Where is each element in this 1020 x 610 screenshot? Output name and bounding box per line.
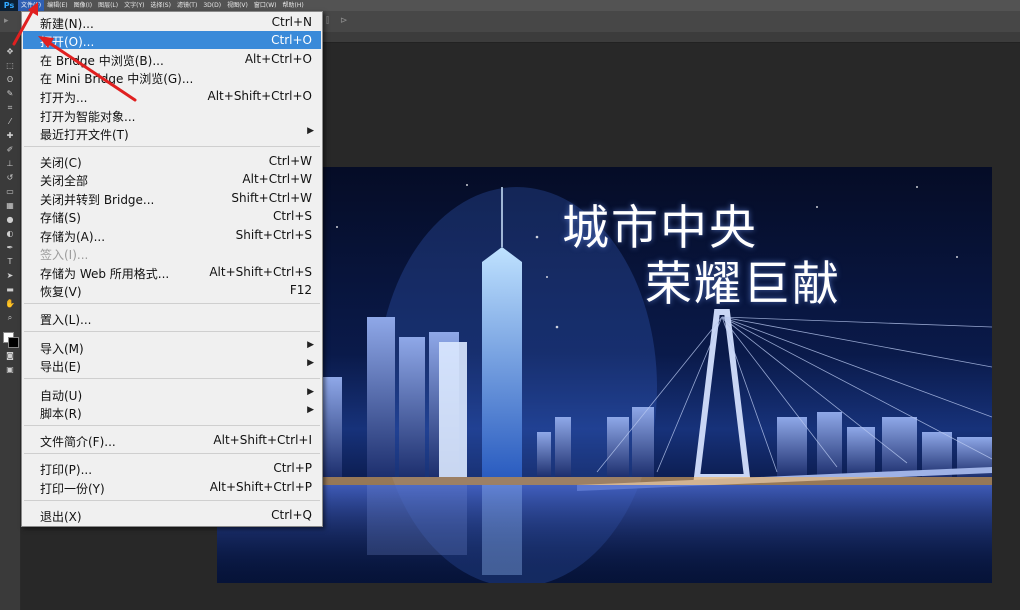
distribute-icon[interactable]: ⊳ <box>340 16 348 26</box>
blur-tool-icon[interactable]: ● <box>4 214 16 225</box>
stamp-tool-icon[interactable]: ⊥ <box>4 158 16 169</box>
menu-item-file-info[interactable]: 文件简介(F)... Alt+Shift+Ctrl+I <box>23 431 321 449</box>
align-icon[interactable]: ⫿ <box>326 16 329 26</box>
eraser-tool-icon[interactable]: ▭ <box>4 186 16 197</box>
menu-item-new[interactable]: 新建(N)... Ctrl+N <box>23 13 321 31</box>
menu-item-close-all[interactable]: 关闭全部 Alt+Ctrl+W <box>23 170 321 188</box>
menu-item-close[interactable]: 关闭(C) Ctrl+W <box>23 152 321 170</box>
gradient-tool-icon[interactable]: ▦ <box>4 200 16 211</box>
path-select-icon[interactable]: ➤ <box>4 270 16 281</box>
history-brush-icon[interactable]: ↺ <box>4 172 16 183</box>
menu-separator <box>24 425 320 426</box>
menu-item-print[interactable]: 打印(P)... Ctrl+P <box>23 459 321 477</box>
menu-item-open-as[interactable]: 打开为... Alt+Shift+Ctrl+O <box>23 87 321 105</box>
submenu-arrow-icon: ▶ <box>307 126 314 136</box>
menu-item-recent-files[interactable]: 最近打开文件(T) ▶ <box>23 124 321 142</box>
eyedropper-icon[interactable]: ⁄ <box>4 116 16 127</box>
menu-help[interactable]: 帮助(H) <box>280 0 307 11</box>
menu-file[interactable]: 文件(F) <box>18 0 45 11</box>
menu-item-open[interactable]: 打开(O)... Ctrl+O <box>23 31 321 49</box>
menu-item-open-smart-object[interactable]: 打开为智能对象... <box>23 106 321 124</box>
menu-3d[interactable]: 3D(D) <box>200 0 224 11</box>
submenu-arrow-icon: ▶ <box>307 340 314 350</box>
submenu-arrow-icon: ▶ <box>307 358 314 368</box>
file-menu-dropdown: 新建(N)... Ctrl+N 打开(O)... Ctrl+O 在 Bridge 中… <box>21 11 323 527</box>
menu-item-save-as[interactable]: 存储为(A)... Shift+Ctrl+S <box>23 226 321 244</box>
type-tool-icon[interactable]: T <box>4 256 16 267</box>
move-tool-icon[interactable]: ✥ <box>4 46 16 57</box>
menu-item-automate[interactable]: 自动(U) ▶ <box>23 385 321 403</box>
brush-tool-icon[interactable]: ✐ <box>4 144 16 155</box>
menu-filter[interactable]: 滤镜(T) <box>174 0 200 11</box>
menu-item-browse-bridge[interactable]: 在 Bridge 中浏览(B)... Alt+Ctrl+O <box>23 50 321 68</box>
lasso-tool-icon[interactable]: ʘ <box>4 74 16 85</box>
menu-item-save-for-web[interactable]: 存储为 Web 所用格式... Alt+Shift+Ctrl+S <box>23 263 321 281</box>
screen-mode-icon[interactable]: ▣ <box>4 364 16 375</box>
menu-item-scripts[interactable]: 脚本(R) ▶ <box>23 403 321 421</box>
healing-brush-icon[interactable]: ✚ <box>4 130 16 141</box>
menu-item-check-in: 签入(I)... <box>40 248 89 262</box>
background-color-swatch[interactable] <box>8 337 19 348</box>
dodge-tool-icon[interactable]: ◐ <box>4 228 16 239</box>
menu-separator <box>24 500 320 501</box>
menu-view[interactable]: 视图(V) <box>224 0 251 11</box>
tool-preset-icon[interactable]: ▸ <box>4 16 9 26</box>
menu-item-revert[interactable]: 恢复(V) F12 <box>23 281 321 299</box>
crop-tool-icon[interactable]: ⌗ <box>4 102 16 113</box>
menu-separator <box>24 378 320 379</box>
document-canvas[interactable]: 城市中央 荣耀巨献 <box>217 167 992 583</box>
menu-separator <box>24 331 320 332</box>
menu-layer[interactable]: 图层(L) <box>95 0 121 11</box>
quick-mask-icon[interactable]: ◙ <box>4 350 16 361</box>
submenu-arrow-icon: ▶ <box>307 405 314 415</box>
menu-item-save[interactable]: 存储(S) Ctrl+S <box>23 207 321 225</box>
menu-edit[interactable]: 编辑(E) <box>44 0 70 11</box>
menu-separator <box>24 453 320 454</box>
hand-tool-icon[interactable]: ✋ <box>4 298 16 309</box>
headline-line-2: 荣耀巨献 <box>645 257 841 312</box>
menu-item-close-go-bridge[interactable]: 关闭并转到 Bridge... Shift+Ctrl+W <box>23 189 321 207</box>
submenu-arrow-icon: ▶ <box>307 387 314 397</box>
menu-select[interactable]: 选择(S) <box>147 0 174 11</box>
zoom-tool-icon[interactable]: ⌕ <box>4 312 16 323</box>
menu-item-export[interactable]: 导出(E) ▶ <box>23 356 321 374</box>
menu-separator <box>24 146 320 147</box>
menu-item-import[interactable]: 导入(M) ▶ <box>23 338 321 356</box>
quick-select-icon[interactable]: ✎ <box>4 88 16 99</box>
menu-image[interactable]: 图像(I) <box>71 0 95 11</box>
photoshop-logo-icon: Ps <box>0 0 18 11</box>
menu-item-print-one-copy[interactable]: 打印一份(Y) Alt+Shift+Ctrl+P <box>23 478 321 496</box>
pen-tool-icon[interactable]: ✒ <box>4 242 16 253</box>
menu-type[interactable]: 文字(Y) <box>121 0 147 11</box>
menu-window[interactable]: 窗口(W) <box>251 0 280 11</box>
menu-item-exit[interactable]: 退出(X) Ctrl+Q <box>23 506 321 524</box>
marquee-tool-icon[interactable]: ⬚ <box>4 60 16 71</box>
menu-item-place[interactable]: 置入(L)... <box>23 309 321 327</box>
tools-panel: ✥ ⬚ ʘ ✎ ⌗ ⁄ ✚ ✐ ⊥ ↺ ▭ ▦ ● ◐ ✒ T ➤ ▬ ✋ ⌕ … <box>0 32 21 610</box>
menu-item-browse-mini-bridge[interactable]: 在 Mini Bridge 中浏览(G)... <box>23 68 321 86</box>
menu-separator <box>24 303 320 304</box>
menu-bar: Ps 文件(F) 编辑(E) 图像(I) 图层(L) 文字(Y) 选择(S) 滤… <box>0 0 1020 11</box>
shape-tool-icon[interactable]: ▬ <box>4 284 16 295</box>
